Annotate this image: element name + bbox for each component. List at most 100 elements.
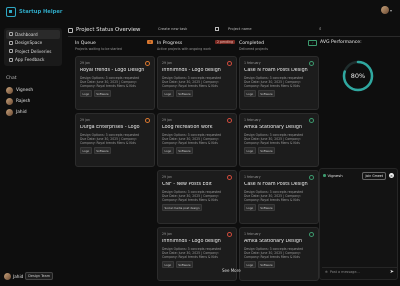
status-icon: [227, 231, 232, 237]
pending-badge: 2 pending: [215, 40, 235, 44]
card-tag: Logo: [244, 204, 256, 212]
card-description: Design Options: 3 concepts requested Due …: [244, 76, 314, 88]
project-card[interactable]: 29 jan Durga Enterprises - Logo Design Opt…: [75, 113, 155, 167]
chat-user-jahid[interactable]: Jahid: [4, 107, 62, 118]
project-search-input[interactable]: Project name: [228, 27, 252, 31]
card-description: Design Options: 3 concepts requested Due …: [162, 190, 232, 202]
card-desc-line: Company: Royal trends Mens & Kids: [244, 141, 300, 145]
see-more-link[interactable]: See More: [222, 268, 241, 273]
card-tag: Logo: [162, 261, 174, 269]
sidebar: Dashboard DesignSpace Project Deliveries…: [4, 28, 62, 286]
project-card[interactable]: 29 jan Loog recreation work Design Options…: [157, 113, 237, 167]
card-tags: Logo Software: [162, 90, 232, 98]
card-date: 1 february: [244, 118, 261, 122]
card-meta: 29 jan: [162, 60, 232, 66]
column-header: In Progress 2 pending: [157, 40, 237, 47]
card-meta: 29 jan: [162, 174, 232, 180]
sidebar-item-label: Dashboard: [15, 31, 38, 37]
sidebar-item-label: App Feedback: [15, 57, 45, 63]
card-tag: Logo: [162, 147, 174, 155]
chat-user-name: Vignesh: [16, 88, 34, 93]
card-description: Design Options: 3 concepts requested Due …: [162, 133, 232, 145]
column-status-icon: ⏸: [147, 40, 153, 44]
card-meta: 29 jan: [80, 117, 150, 123]
status-icon: [227, 60, 232, 66]
card-desc-line: Company: Royal trends Mens & Kids: [244, 84, 300, 88]
project-card[interactable]: 1 february Amka Stationary Design Design O…: [239, 227, 319, 281]
project-card[interactable]: 29 jan Infinimnds - Logo design Design Opt…: [157, 56, 237, 110]
close-icon[interactable]: ×: [389, 173, 394, 178]
card-desc-line: Company: Royal trends Mens & Kids: [244, 255, 300, 259]
card-meta: 1 february: [244, 60, 314, 66]
column-in-progress: In Progress 2 pending Active projects wit…: [157, 40, 237, 281]
chat-header: Vignesh Join Gmeet ×: [320, 169, 397, 182]
project-card[interactable]: 29 jan Royal trends - Logo Design Design O…: [75, 56, 155, 110]
card-title: Amka Stationary Design: [244, 239, 303, 244]
join-gmeet-button[interactable]: Join Gmeet: [362, 171, 386, 180]
project-card[interactable]: 1 february Amka Stationary Design Design O…: [239, 113, 319, 167]
sidebar-item-label: DesignSpace: [15, 40, 43, 46]
column-status-icon: ✓: [308, 40, 317, 46]
column-title: In Queue: [75, 41, 96, 46]
card-desc-line: Company: Royal trends Mens & Kids: [162, 255, 218, 259]
card-date: 1 february: [244, 175, 261, 179]
team-badge: Design Team: [25, 272, 54, 280]
sidebar-item-dashboard[interactable]: Dashboard: [6, 30, 60, 39]
column-subtitle: Projects waiting to be started: [75, 47, 122, 51]
card-tags: Logo Software: [244, 204, 314, 212]
card-meta: 29 jan: [162, 117, 232, 123]
status-icon: [309, 60, 314, 66]
status-icon: [309, 117, 314, 123]
card-title: Loog recreation work: [162, 125, 213, 130]
sidebar-item-designspace[interactable]: DesignSpace: [6, 39, 60, 48]
chat-user-rajesh[interactable]: Rajesh: [4, 96, 62, 107]
sidebar-item-app-feedback[interactable]: App Feedback: [6, 56, 60, 65]
performance-title: AVG Performance:: [320, 40, 362, 45]
card-tag: Logo: [80, 147, 92, 155]
card-tag: Logo: [244, 90, 256, 98]
card-tag: Software: [175, 147, 194, 155]
chat-user-name: Vignesh: [327, 173, 343, 178]
status-icon: [227, 174, 232, 180]
edit-icon[interactable]: [215, 27, 219, 31]
sidebar-item-project-deliveries[interactable]: Project Deliveries: [6, 47, 60, 56]
profile-menu[interactable]: ▾: [380, 6, 392, 14]
avatar: [6, 87, 13, 94]
add-icon[interactable]: ⊕: [325, 270, 328, 274]
card-list: 29 jan Royal trends - Logo Design Design O…: [75, 56, 155, 167]
sidebar-item-label: Project Deliveries: [15, 48, 52, 54]
app-logo[interactable]: Startup Helper: [6, 7, 62, 17]
page-title-text: Project Status Overview: [76, 27, 141, 33]
avatar: [6, 98, 13, 105]
card-description: Design Options: 3 concepts requested Due …: [80, 133, 150, 145]
card-tag: Logo: [244, 147, 256, 155]
project-card[interactable]: 1 february Case N Foam Posts Design Design…: [239, 56, 319, 110]
search-icon[interactable]: ⌕: [319, 26, 322, 32]
project-card[interactable]: 29 jan CNF - New Posts Edit Design Options…: [157, 170, 237, 224]
card-desc-line: Company: Royal trends Mens & Kids: [162, 141, 218, 145]
avatar: [6, 109, 13, 116]
send-icon[interactable]: ➤: [390, 269, 394, 275]
card-tag: Software: [175, 90, 194, 98]
message-input[interactable]: ⊕ Post a message... ➤: [322, 267, 397, 276]
card-description: Design Options: 3 concepts requested Due …: [162, 247, 232, 259]
footer-user-name: Jahid: [13, 273, 24, 279]
card-tags: Logo Software: [80, 147, 150, 155]
page-title: Project Status Overview: [68, 27, 140, 33]
chat-user-vignesh[interactable]: Vignesh: [4, 85, 62, 96]
card-tag: Software: [93, 147, 112, 155]
project-card[interactable]: 1 february Case N Foam Posts Design Design…: [239, 170, 319, 224]
card-date: 29 jan: [80, 118, 90, 122]
status-icon: [309, 231, 314, 237]
card-date: 29 jan: [162, 175, 172, 179]
card-tags: Logo Software: [244, 147, 314, 155]
card-title: Durga Enterprises - Logo: [80, 125, 140, 130]
card-meta: 29 jan: [80, 60, 150, 66]
new-task-input[interactable]: Create new task: [158, 27, 187, 31]
card-title: Infinimnds - Logo design: [162, 68, 221, 73]
card-description: Design Options: 3 concepts requested Due …: [244, 190, 314, 202]
card-tags: Logo Software: [244, 261, 314, 269]
overview-icon: [68, 27, 73, 33]
online-status-icon: [323, 174, 326, 177]
chat-panel: Vignesh Join Gmeet × ⊕ Post a message...…: [319, 168, 398, 280]
